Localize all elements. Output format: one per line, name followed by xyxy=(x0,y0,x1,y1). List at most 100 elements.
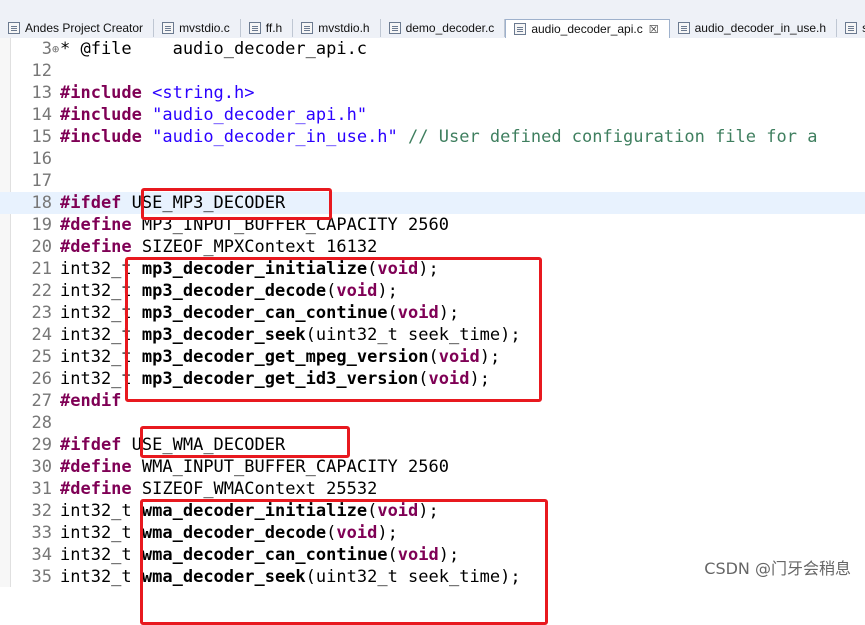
preprocessor-keyword: #define xyxy=(60,215,132,235)
code-text: #define SIZEOF_WMAContext 25532 xyxy=(60,478,377,500)
line-number: 31 xyxy=(31,479,52,499)
line-number: 34 xyxy=(31,545,52,565)
tab-mvstdio-c[interactable]: mvstdio.c xyxy=(154,19,241,37)
watermark: CSDN @门牙会稍息 xyxy=(704,559,851,578)
line-number: 29 xyxy=(31,435,52,455)
annotation-box-mp3-functions xyxy=(125,257,542,402)
preprocessor-keyword: #define xyxy=(60,479,132,499)
return-type: int32_t xyxy=(60,369,132,389)
preprocessor-keyword: #include xyxy=(60,105,142,125)
code-text: #include "audio_decoder_in_use.h" // Use… xyxy=(60,126,817,148)
code-text: #endif xyxy=(60,390,132,412)
line-number: 26 xyxy=(31,369,52,389)
line-number: 18 xyxy=(31,193,52,213)
line-number: 25 xyxy=(31,347,52,367)
code-text: #define SIZEOF_MPXContext 16132 xyxy=(60,236,377,258)
tab-s[interactable]: s xyxy=(837,19,865,37)
line-number: 33 xyxy=(31,523,52,543)
file-icon xyxy=(301,22,314,34)
line-number: 3 xyxy=(41,39,52,59)
preprocessor-keyword: #ifdef xyxy=(60,435,122,455)
tab-label: audio_decoder_api.c xyxy=(531,22,643,36)
tab-list: Andes Project Creator mvstdio.c ff.h mvstdi… xyxy=(0,19,865,38)
include-path: <string.h> xyxy=(152,83,255,103)
macro-text: WMA_INPUT_BUFFER_CAPACITY 2560 xyxy=(141,457,449,477)
macro-text: SIZEOF_WMAContext 25532 xyxy=(141,479,378,499)
tab-mvstdio-h[interactable]: mvstdio.h xyxy=(293,19,381,37)
line-number: 23 xyxy=(31,303,52,323)
line-number: 13 xyxy=(31,83,52,103)
tab-audio-decoder-api-c[interactable]: audio_decoder_api.c ☒ xyxy=(505,19,670,38)
editor-tab-bar: Andes Project Creator mvstdio.c ff.h mvstdi… xyxy=(0,0,865,39)
code-comment: // User defined configuration file for a xyxy=(408,127,818,147)
tab-andes-project-creator[interactable]: Andes Project Creator xyxy=(0,19,155,37)
line-number: 14 xyxy=(31,105,52,125)
code-line[interactable]: 28 xyxy=(0,412,865,434)
annotation-box-wma-ifdef xyxy=(140,426,350,458)
file-icon xyxy=(845,22,858,34)
preprocessor-keyword: #define xyxy=(60,457,132,477)
code-line[interactable]: 14 #include "audio_decoder_api.h" xyxy=(0,104,865,126)
macro-text: SIZEOF_MPXContext 16132 xyxy=(141,237,378,257)
return-type: int32_t xyxy=(60,567,132,587)
preprocessor-keyword: #define xyxy=(60,237,132,257)
code-text: * @file audio_decoder_api.c xyxy=(60,38,367,60)
line-number: 15 xyxy=(31,127,52,147)
line-number: 16 xyxy=(31,149,52,169)
line-number: 12 xyxy=(31,61,52,81)
code-line[interactable]: 29 #ifdef USE_WMA_DECODER xyxy=(0,434,865,456)
file-icon xyxy=(8,22,20,34)
code-line[interactable]: 13 #include <string.h> xyxy=(0,82,865,104)
include-path: "audio_decoder_api.h" xyxy=(152,105,368,125)
code-line[interactable]: 12 xyxy=(0,60,865,82)
return-type: int32_t xyxy=(60,259,132,279)
preprocessor-keyword: #include xyxy=(60,83,142,103)
annotation-box-mp3-ifdef xyxy=(141,188,332,220)
tab-label: mvstdio.c xyxy=(179,21,230,35)
code-line[interactable]: 19 #define MP3_INPUT_BUFFER_CAPACITY 2560 xyxy=(0,214,865,236)
preprocessor-keyword: #include xyxy=(60,127,142,147)
code-line[interactable]: 20 #define SIZEOF_MPXContext 16132 xyxy=(0,236,865,258)
return-type: int32_t xyxy=(60,523,132,543)
code-line[interactable]: 30 #define WMA_INPUT_BUFFER_CAPACITY 2560 xyxy=(0,456,865,478)
code-line[interactable]: 15 #include "audio_decoder_in_use.h" // U… xyxy=(0,126,865,148)
code-line[interactable]: 16 xyxy=(0,148,865,170)
file-icon xyxy=(677,22,690,34)
code-line[interactable]: 18 #ifdef USE_MP3_DECODER xyxy=(0,192,865,214)
code-text: #include <string.h> xyxy=(60,82,255,104)
code-editor[interactable]: 3 ⊕ * @file audio_decoder_api.c 12 13 #includ… xyxy=(0,38,865,625)
line-number: 27 xyxy=(31,391,52,411)
code-line[interactable]: 3 ⊕ * @file audio_decoder_api.c xyxy=(0,38,865,60)
tab-label: mvstdio.h xyxy=(318,21,370,35)
code-content: * @file audio_decoder_api.c xyxy=(60,39,368,59)
line-number: 28 xyxy=(31,413,52,433)
file-icon xyxy=(514,23,527,35)
tab-audio-decoder-in-use-h[interactable]: audio_decoder_in_use.h xyxy=(670,19,838,37)
code-line[interactable]: 31 #define SIZEOF_WMAContext 25532 xyxy=(0,478,865,500)
file-icon xyxy=(162,22,175,34)
fold-icon: ⊕ xyxy=(52,42,60,56)
tab-label: ff.h xyxy=(265,21,283,35)
tab-label: audio_decoder_in_use.h xyxy=(694,21,827,35)
line-number: 19 xyxy=(31,215,52,235)
tab-demo-decoder-c[interactable]: demo_decoder.c xyxy=(381,19,506,37)
line-number: 30 xyxy=(31,457,52,477)
code-text: #include "audio_decoder_api.h" xyxy=(60,104,367,126)
return-type: int32_t xyxy=(60,281,132,301)
file-icon xyxy=(388,22,401,34)
file-icon xyxy=(248,22,261,34)
code-text: #define WMA_INPUT_BUFFER_CAPACITY 2560 xyxy=(60,456,449,478)
code-line[interactable]: 17 xyxy=(0,170,865,192)
preprocessor-keyword: #ifdef xyxy=(60,193,122,213)
close-tab-icon[interactable]: ☒ xyxy=(649,23,659,36)
return-type: int32_t xyxy=(60,303,132,323)
line-number: 24 xyxy=(31,325,52,345)
return-type: int32_t xyxy=(60,545,132,565)
include-path: "audio_decoder_in_use.h" xyxy=(152,127,398,147)
tab-label: demo_decoder.c xyxy=(405,21,495,35)
line-number: 32 xyxy=(31,501,52,521)
line-number: 20 xyxy=(31,237,52,257)
line-number: 21 xyxy=(31,259,52,279)
tab-ff-h[interactable]: ff.h xyxy=(241,19,294,37)
preprocessor-keyword: #endif xyxy=(60,391,122,411)
